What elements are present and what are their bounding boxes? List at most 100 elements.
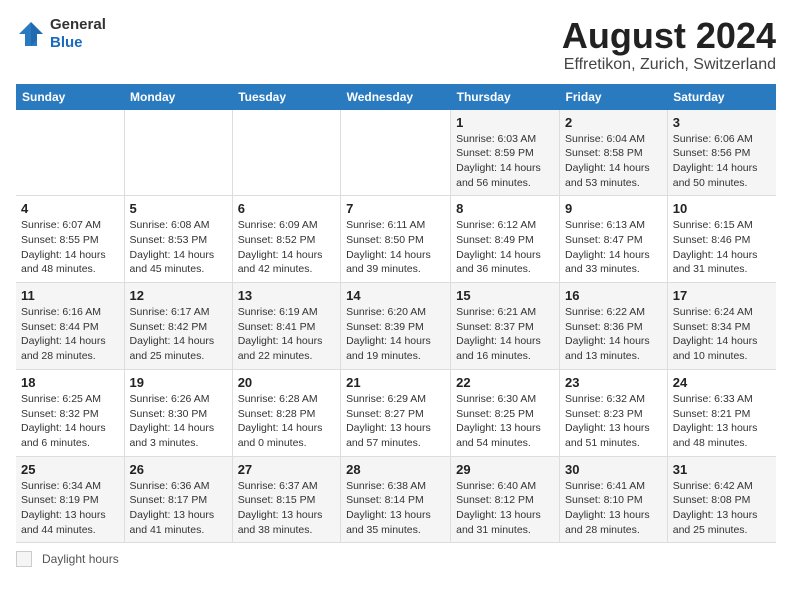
logo-blue-text: Blue <box>50 34 106 52</box>
week-row-3: 11 Sunrise: 6:16 AM Sunset: 8:44 PM Dayli… <box>16 283 776 370</box>
day-info: Sunrise: 6:15 AM Sunset: 8:46 PM Dayligh… <box>673 218 771 277</box>
day-number: 3 <box>673 115 771 130</box>
day-number: 11 <box>21 288 119 303</box>
day-info: Sunrise: 6:34 AM Sunset: 8:19 PM Dayligh… <box>21 479 119 538</box>
calendar-cell <box>16 110 124 196</box>
day-number: 13 <box>238 288 335 303</box>
day-number: 12 <box>130 288 227 303</box>
day-number: 5 <box>130 201 227 216</box>
day-info: Sunrise: 6:19 AM Sunset: 8:41 PM Dayligh… <box>238 305 335 364</box>
calendar-cell: 30 Sunrise: 6:41 AM Sunset: 8:10 PM Dayli… <box>560 456 668 543</box>
weekday-header-sunday: Sunday <box>16 84 124 110</box>
calendar-cell: 22 Sunrise: 6:30 AM Sunset: 8:25 PM Dayli… <box>451 369 560 456</box>
day-info: Sunrise: 6:13 AM Sunset: 8:47 PM Dayligh… <box>565 218 662 277</box>
day-number: 17 <box>673 288 771 303</box>
day-number: 20 <box>238 375 335 390</box>
day-number: 21 <box>346 375 445 390</box>
day-info: Sunrise: 6:08 AM Sunset: 8:53 PM Dayligh… <box>130 218 227 277</box>
day-number: 1 <box>456 115 554 130</box>
day-info: Sunrise: 6:33 AM Sunset: 8:21 PM Dayligh… <box>673 392 771 451</box>
calendar-cell: 24Sunrise: 6:33 AM Sunset: 8:21 PM Dayli… <box>667 369 776 456</box>
day-info: Sunrise: 6:40 AM Sunset: 8:12 PM Dayligh… <box>456 479 554 538</box>
day-number: 8 <box>456 201 554 216</box>
calendar-cell: 9 Sunrise: 6:13 AM Sunset: 8:47 PM Daylig… <box>560 196 668 283</box>
day-number: 16 <box>565 288 662 303</box>
calendar-cell: 13 Sunrise: 6:19 AM Sunset: 8:41 PM Dayli… <box>232 283 340 370</box>
day-number: 30 <box>565 462 662 477</box>
day-info: Sunrise: 6:26 AM Sunset: 8:30 PM Dayligh… <box>130 392 227 451</box>
day-info: Sunrise: 6:09 AM Sunset: 8:52 PM Dayligh… <box>238 218 335 277</box>
calendar-cell: 23Sunrise: 6:32 AM Sunset: 8:23 PM Dayli… <box>560 369 668 456</box>
legend-label: Daylight hours <box>42 552 119 566</box>
day-info: Sunrise: 6:32 AM Sunset: 8:23 PM Dayligh… <box>565 392 662 451</box>
day-number: 10 <box>673 201 771 216</box>
location: Effretikon, Zurich, Switzerland <box>562 56 776 74</box>
calendar-cell: 1 Sunrise: 6:03 AM Sunset: 8:59 PM Daylig… <box>451 110 560 196</box>
calendar-cell: 25 Sunrise: 6:34 AM Sunset: 8:19 PM Dayli… <box>16 456 124 543</box>
day-info: Sunrise: 6:29 AM Sunset: 8:27 PM Dayligh… <box>346 392 445 451</box>
legend-box <box>16 551 32 567</box>
day-number: 15 <box>456 288 554 303</box>
calendar-cell: 11 Sunrise: 6:16 AM Sunset: 8:44 PM Dayli… <box>16 283 124 370</box>
calendar-cell: 5 Sunrise: 6:08 AM Sunset: 8:53 PM Daylig… <box>124 196 232 283</box>
day-number: 29 <box>456 462 554 477</box>
calendar-cell: 4Sunrise: 6:07 AM Sunset: 8:55 PM Daylig… <box>16 196 124 283</box>
logo-icon <box>16 19 46 49</box>
weekday-header-wednesday: Wednesday <box>341 84 451 110</box>
calendar-cell <box>232 110 340 196</box>
day-number: 22 <box>456 375 554 390</box>
week-row-5: 25 Sunrise: 6:34 AM Sunset: 8:19 PM Dayli… <box>16 456 776 543</box>
day-number: 2 <box>565 115 662 130</box>
day-number: 7 <box>346 201 445 216</box>
weekday-header-friday: Friday <box>560 84 668 110</box>
day-info: Sunrise: 6:41 AM Sunset: 8:10 PM Dayligh… <box>565 479 662 538</box>
day-info: Sunrise: 6:03 AM Sunset: 8:59 PM Dayligh… <box>456 132 554 191</box>
month-year: August 2024 <box>562 16 776 56</box>
day-info: Sunrise: 6:22 AM Sunset: 8:36 PM Dayligh… <box>565 305 662 364</box>
calendar-cell: 10 Sunrise: 6:15 AM Sunset: 8:46 PM Dayli… <box>667 196 776 283</box>
logo: General Blue <box>16 16 106 52</box>
day-number: 26 <box>130 462 227 477</box>
week-row-2: 4Sunrise: 6:07 AM Sunset: 8:55 PM Daylig… <box>16 196 776 283</box>
day-number: 14 <box>346 288 445 303</box>
day-info: Sunrise: 6:16 AM Sunset: 8:44 PM Dayligh… <box>21 305 119 364</box>
title-block: August 2024 Effretikon, Zurich, Switzerl… <box>562 16 776 74</box>
weekday-header-saturday: Saturday <box>667 84 776 110</box>
day-info: Sunrise: 6:28 AM Sunset: 8:28 PM Dayligh… <box>238 392 335 451</box>
calendar-cell: 27 Sunrise: 6:37 AM Sunset: 8:15 PM Dayli… <box>232 456 340 543</box>
calendar-cell: 17Sunrise: 6:24 AM Sunset: 8:34 PM Dayli… <box>667 283 776 370</box>
day-info: Sunrise: 6:17 AM Sunset: 8:42 PM Dayligh… <box>130 305 227 364</box>
day-number: 19 <box>130 375 227 390</box>
day-info: Sunrise: 6:37 AM Sunset: 8:15 PM Dayligh… <box>238 479 335 538</box>
calendar-cell: 3 Sunrise: 6:06 AM Sunset: 8:56 PM Daylig… <box>667 110 776 196</box>
week-row-1: 1 Sunrise: 6:03 AM Sunset: 8:59 PM Daylig… <box>16 110 776 196</box>
calendar-cell: 19 Sunrise: 6:26 AM Sunset: 8:30 PM Dayli… <box>124 369 232 456</box>
day-number: 9 <box>565 201 662 216</box>
calendar-cell: 2 Sunrise: 6:04 AM Sunset: 8:58 PM Daylig… <box>560 110 668 196</box>
day-number: 28 <box>346 462 445 477</box>
calendar-cell: 15 Sunrise: 6:21 AM Sunset: 8:37 PM Dayli… <box>451 283 560 370</box>
day-number: 27 <box>238 462 335 477</box>
calendar-cell: 29 Sunrise: 6:40 AM Sunset: 8:12 PM Dayli… <box>451 456 560 543</box>
weekday-header-row: SundayMondayTuesdayWednesdayThursdayFrid… <box>16 84 776 110</box>
calendar-cell: 16 Sunrise: 6:22 AM Sunset: 8:36 PM Dayli… <box>560 283 668 370</box>
page-header: General Blue August 2024 Effretikon, Zur… <box>16 16 776 74</box>
calendar-cell: 6 Sunrise: 6:09 AM Sunset: 8:52 PM Daylig… <box>232 196 340 283</box>
day-info: Sunrise: 6:11 AM Sunset: 8:50 PM Dayligh… <box>346 218 445 277</box>
day-number: 25 <box>21 462 119 477</box>
day-info: Sunrise: 6:06 AM Sunset: 8:56 PM Dayligh… <box>673 132 771 191</box>
day-info: Sunrise: 6:04 AM Sunset: 8:58 PM Dayligh… <box>565 132 662 191</box>
day-info: Sunrise: 6:07 AM Sunset: 8:55 PM Dayligh… <box>21 218 119 277</box>
calendar-cell <box>341 110 451 196</box>
day-number: 6 <box>238 201 335 216</box>
calendar-cell: 8Sunrise: 6:12 AM Sunset: 8:49 PM Daylig… <box>451 196 560 283</box>
calendar-cell: 7 Sunrise: 6:11 AM Sunset: 8:50 PM Daylig… <box>341 196 451 283</box>
day-info: Sunrise: 6:30 AM Sunset: 8:25 PM Dayligh… <box>456 392 554 451</box>
day-info: Sunrise: 6:21 AM Sunset: 8:37 PM Dayligh… <box>456 305 554 364</box>
calendar-cell: 12 Sunrise: 6:17 AM Sunset: 8:42 PM Dayli… <box>124 283 232 370</box>
day-info: Sunrise: 6:36 AM Sunset: 8:17 PM Dayligh… <box>130 479 227 538</box>
footer: Daylight hours <box>16 551 776 567</box>
calendar-cell: 20 Sunrise: 6:28 AM Sunset: 8:28 PM Dayli… <box>232 369 340 456</box>
day-info: Sunrise: 6:42 AM Sunset: 8:08 PM Dayligh… <box>673 479 771 538</box>
calendar-cell: 21 Sunrise: 6:29 AM Sunset: 8:27 PM Dayli… <box>341 369 451 456</box>
